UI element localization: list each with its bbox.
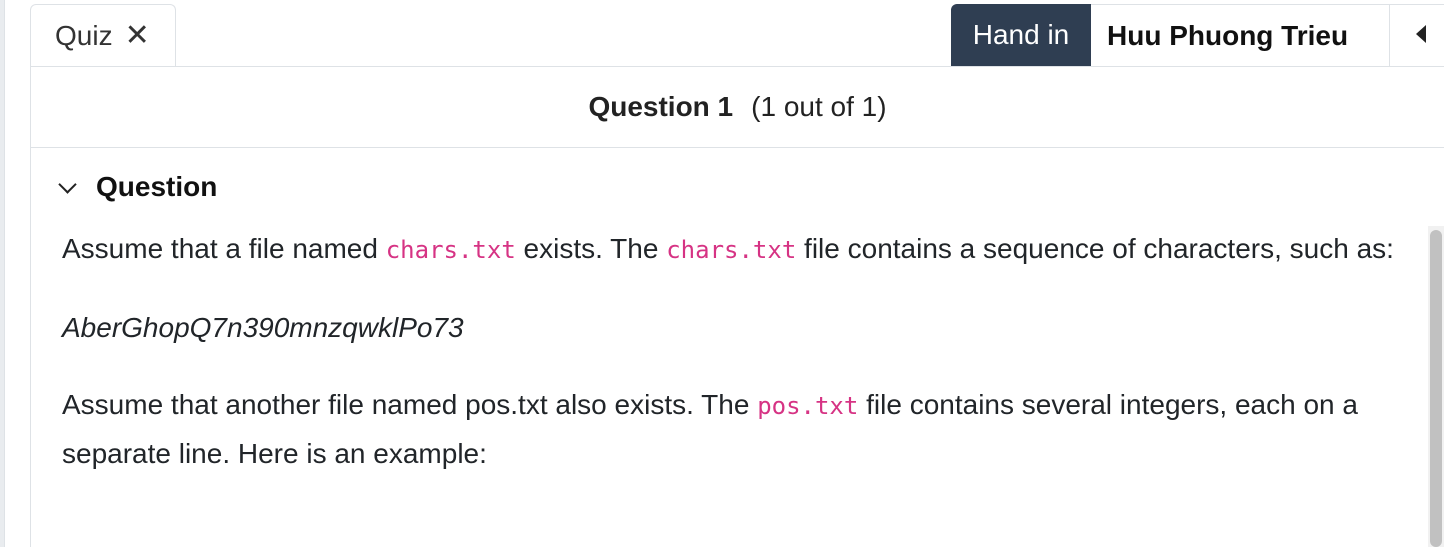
quiz-window: Quiz ✕ Hand in Huu Phuong Trieu Question… — [0, 0, 1444, 547]
question-title: Question 1 — [588, 91, 734, 122]
text: exists. The — [515, 233, 667, 264]
code-pos-txt: pos.txt — [757, 392, 859, 420]
triangle-left-icon — [1416, 25, 1426, 43]
paragraph-1: Assume that a file named chars.txt exist… — [62, 225, 1402, 274]
scrollbar-thumb[interactable] — [1430, 230, 1442, 547]
code-chars-txt: chars.txt — [666, 236, 797, 264]
hand-in-button[interactable]: Hand in — [951, 4, 1091, 66]
character-sequence: AberGhopQ7n390mnzqwklPo73 — [62, 312, 464, 343]
tab-quiz-label: Quiz — [55, 19, 113, 51]
question-progress: (1 out of 1) — [751, 91, 887, 122]
text: file contains a sequence of characters, … — [796, 233, 1394, 264]
question-panel: Question 1 (1 out of 1) Question Assume … — [30, 66, 1444, 547]
question-section-toggle[interactable]: Question — [58, 171, 218, 203]
close-icon[interactable]: ✕ — [125, 20, 150, 51]
question-content: Assume that a file named chars.txt exist… — [62, 225, 1402, 507]
text: Assume that another file named pos.txt a… — [62, 389, 758, 420]
tab-bar: Quiz ✕ Hand in Huu Phuong Trieu — [30, 0, 1444, 66]
outer-border — [0, 0, 5, 547]
section-label: Question — [96, 171, 218, 202]
text: Assume that a file named — [62, 233, 386, 264]
collapse-toggle-button[interactable] — [1389, 4, 1444, 66]
user-name: Huu Phuong Trieu — [1091, 4, 1389, 66]
chevron-down-icon — [58, 174, 77, 194]
question-header: Question 1 (1 out of 1) — [31, 67, 1444, 148]
paragraph-2: Assume that another file named pos.txt a… — [62, 381, 1402, 477]
code-chars-txt: chars.txt — [385, 236, 516, 264]
tab-quiz[interactable]: Quiz ✕ — [30, 4, 176, 66]
